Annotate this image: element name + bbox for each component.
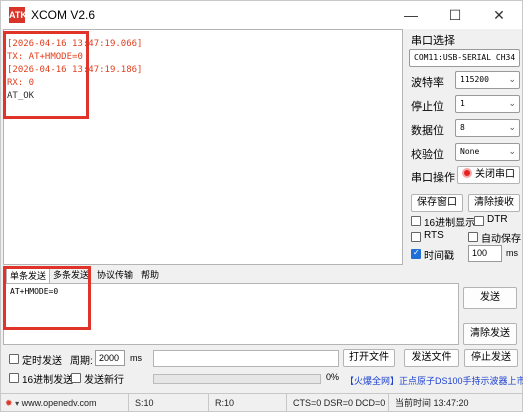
maximize-button[interactable]: ☐: [433, 1, 477, 29]
send-button[interactable]: 发送: [463, 287, 517, 309]
received-count: R:10: [211, 394, 287, 412]
close-port-button[interactable]: 关闭串口: [457, 166, 520, 184]
port-select[interactable]: COM11:USB-SERIAL CH34: [409, 49, 520, 67]
period-unit: ms: [130, 353, 142, 363]
timestamp-interval-input[interactable]: 100: [468, 245, 502, 262]
parity-select[interactable]: None ⌄: [455, 143, 520, 161]
stop-send-button[interactable]: 停止发送: [464, 349, 518, 367]
send-progress-bar: [153, 374, 321, 384]
tab-help[interactable]: 帮助: [138, 267, 162, 283]
minimize-button[interactable]: —: [389, 1, 433, 29]
operation-label: 串口操作: [411, 172, 455, 184]
sent-count: S:10: [131, 394, 209, 412]
timestamp-unit: ms: [506, 248, 518, 258]
website-text: www.openedv.com: [21, 398, 97, 408]
databits-select[interactable]: 8 ⌄: [455, 119, 520, 137]
send-file-button[interactable]: 发送文件: [404, 349, 459, 367]
hex-display-checkbox[interactable]: [411, 216, 421, 226]
serial-settings-panel: 串口选择 COM11:USB-SERIAL CH34 波特率 115200 ⌄ …: [405, 29, 522, 265]
send-highlight-box: [3, 266, 91, 330]
auto-save-checkbox[interactable]: [468, 232, 478, 242]
clear-send-button[interactable]: 清除发送: [463, 323, 517, 345]
baud-label: 波特率: [411, 77, 444, 89]
timestamp-label: 时间戳: [424, 251, 454, 262]
chevron-down-icon: ⌄: [508, 75, 516, 85]
gear-icon: ✹: [5, 398, 13, 408]
port-section-title: 串口选择: [411, 35, 455, 47]
timed-send-checkbox[interactable]: [9, 354, 19, 364]
period-input[interactable]: 2000: [95, 350, 125, 366]
rts-label: RTS: [424, 230, 444, 241]
file-path-input[interactable]: [153, 350, 339, 367]
port-select-value: COM11:USB-SERIAL CH34: [414, 53, 516, 62]
clear-receive-button[interactable]: 清除接收: [468, 194, 520, 212]
status-bar: ✹ ▾ www.openedv.com S:10 R:10 CTS=0 DSR=…: [1, 393, 522, 412]
chevron-down-icon: ▾: [15, 399, 20, 408]
hex-send-checkbox[interactable]: [9, 373, 19, 383]
send-newline-label: 发送新行: [84, 375, 124, 386]
parity-select-value: None: [460, 147, 480, 156]
promo-link[interactable]: 【火爆全网】正点原子DS100手持示波器上市: [345, 374, 523, 387]
timestamp-checkbox[interactable]: [411, 248, 421, 259]
send-newline-checkbox[interactable]: [71, 373, 81, 383]
save-window-button[interactable]: 保存窗口: [411, 194, 463, 212]
chevron-down-icon: ⌄: [508, 99, 516, 109]
open-file-button[interactable]: 打开文件: [343, 349, 395, 367]
close-port-label: 关闭串口: [475, 169, 515, 180]
receive-highlight-box: [3, 31, 89, 119]
current-time: 当前时间 13:47:20: [395, 398, 469, 408]
stopbits-select-value: 1: [460, 99, 465, 108]
progress-percent: 0%: [326, 372, 340, 382]
title-bar: ATK XCOM V2.6 — ☐ ✕: [1, 1, 522, 29]
databits-select-value: 8: [460, 123, 465, 132]
port-status-icon: [462, 168, 472, 178]
stopbits-select[interactable]: 1 ⌄: [455, 95, 520, 113]
window-title: XCOM V2.6: [31, 8, 96, 22]
baud-select-value: 115200: [460, 75, 489, 84]
line-signals: CTS=0 DSR=0 DCD=0: [289, 394, 389, 412]
parity-label: 校验位: [411, 149, 444, 161]
chevron-down-icon: ⌄: [508, 123, 516, 133]
period-label: 周期:: [70, 356, 93, 367]
hex-display-label: 16进制显示: [424, 218, 476, 229]
tab-protocol[interactable]: 协议传输: [94, 267, 136, 283]
close-window-button[interactable]: ✕: [477, 1, 521, 29]
rts-checkbox[interactable]: [411, 232, 421, 242]
hex-send-label: 16进制发送: [22, 375, 74, 386]
baud-select[interactable]: 115200 ⌄: [455, 71, 520, 89]
timed-send-label: 定时发送: [22, 356, 62, 367]
databits-label: 数据位: [411, 125, 444, 137]
dtr-checkbox[interactable]: [474, 216, 484, 226]
chevron-down-icon: ⌄: [508, 147, 516, 157]
website-cell[interactable]: ✹ ▾ www.openedv.com: [1, 394, 129, 412]
auto-save-label: 自动保存: [481, 234, 521, 245]
stopbits-label: 停止位: [411, 101, 444, 113]
app-logo-icon: ATK: [9, 7, 27, 23]
dtr-label: DTR: [487, 214, 508, 225]
xcom-window: ATK XCOM V2.6 — ☐ ✕ [2026-04-16 13:47:19…: [0, 0, 523, 412]
